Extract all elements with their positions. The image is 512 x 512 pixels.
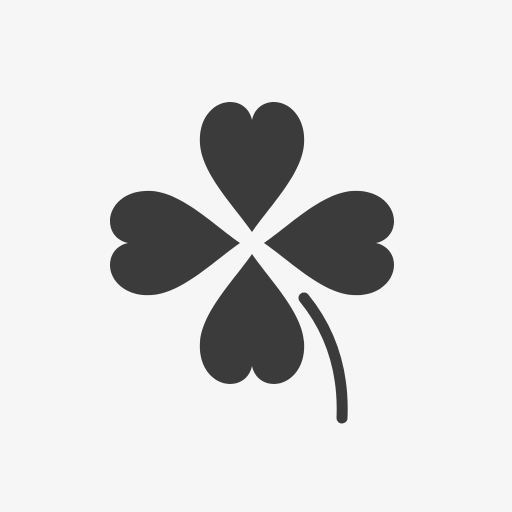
clover-stem <box>298 292 348 424</box>
leaf-top <box>199 102 305 232</box>
leaf-left <box>110 190 240 296</box>
clover-leaves <box>110 102 394 384</box>
leaf-right <box>264 190 394 296</box>
icon-canvas <box>0 0 512 512</box>
four-leaf-clover-icon <box>110 102 394 424</box>
leaf-bottom <box>199 254 305 384</box>
